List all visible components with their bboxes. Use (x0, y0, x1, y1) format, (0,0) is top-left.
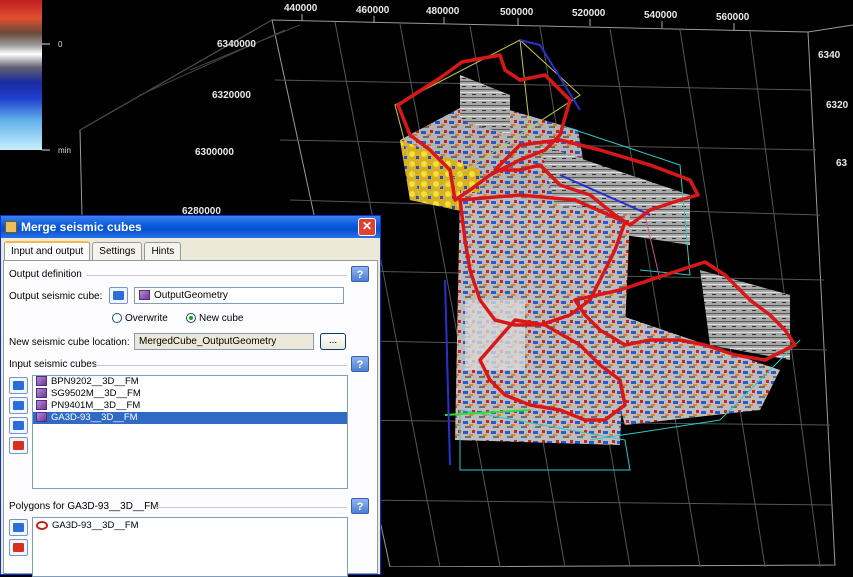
help-icon[interactable]: ? (351, 266, 369, 282)
top-axis-tick-label: 540000 (644, 10, 678, 21)
list-item-selected[interactable]: GA3D-93__3D__FM (33, 412, 347, 424)
seismic-volumes (400, 75, 790, 445)
list-item-label: BPN9202__3D__FM (51, 376, 139, 387)
input-cubes-list[interactable]: BPN9202__3D__FM SG9502M__3D__FM PN9401M_… (32, 375, 348, 489)
colorbar-zero-label: 0 (58, 40, 63, 49)
radio-overwrite[interactable]: Overwrite (112, 313, 168, 324)
polygon-icon (36, 520, 48, 530)
new-location-field[interactable]: MergedCube_OutputGeometry (134, 333, 314, 350)
colorbar: 0 min (0, 0, 71, 155)
tab-settings[interactable]: Settings (92, 242, 143, 261)
close-icon: ✕ (361, 219, 373, 233)
left-axis-tick-label: 6340000 (217, 39, 256, 50)
insert-output-button[interactable] (109, 287, 128, 304)
seismic-cube-icon (36, 388, 47, 399)
right-arrow-icon (113, 291, 124, 300)
app-icon (5, 221, 17, 233)
tab-hints[interactable]: Hints (144, 242, 182, 261)
radio-overwrite-circle (112, 313, 122, 324)
divider (156, 507, 347, 508)
top-axis-tick-label: 480000 (426, 6, 460, 17)
remove-polygon-button[interactable] (9, 539, 28, 556)
seismic-cube-icon (36, 376, 47, 387)
right-arrow-icon (13, 523, 24, 532)
close-button[interactable]: ✕ (358, 218, 376, 236)
list-item[interactable]: GA3D-93__3D__FM (33, 520, 347, 532)
seismic-cube-icon (36, 400, 47, 411)
up-arrow-icon (13, 401, 24, 410)
output-cube-field[interactable]: OutputGeometry (134, 287, 344, 304)
list-item-label: SG9502M__3D__FM (51, 388, 141, 399)
top-axis-tick-label: 560000 (716, 12, 750, 23)
list-item-label: GA3D-93__3D__FM (51, 412, 138, 423)
output-cube-label: Output seismic cube: (9, 291, 103, 302)
help-icon[interactable]: ? (351, 356, 369, 372)
input-cubes-header: Input seismic cubes (9, 359, 97, 370)
remove-cube-button[interactable] (9, 437, 28, 454)
dialog-title: Merge seismic cubes (21, 220, 142, 234)
right-arrow-icon (13, 381, 24, 390)
output-cube-value: OutputGeometry (154, 290, 228, 301)
top-axis-tick-label: 460000 (356, 5, 390, 16)
right-axis-tick-label: 6340 (818, 50, 841, 61)
radio-new-cube-label: New cube (199, 313, 244, 324)
new-location-label: New seismic cube location: (9, 337, 130, 348)
left-axis-tick-label: 6300000 (195, 147, 234, 158)
add-cube-button[interactable] (9, 377, 28, 394)
right-axis-tick-label: 63 (836, 158, 848, 169)
radio-overwrite-label: Overwrite (125, 313, 168, 324)
move-up-button[interactable] (9, 397, 28, 414)
polygons-list[interactable]: GA3D-93__3D__FM (32, 517, 348, 577)
seismic-cube-icon (139, 290, 150, 301)
merge-seismic-cubes-dialog: Merge seismic cubes ✕ Input and output S… (0, 215, 381, 577)
list-item-label: PN9401M__3D__FM (51, 400, 141, 411)
delete-icon (13, 543, 24, 552)
right-axis: 6340 6320 63 (818, 50, 849, 169)
right-axis-tick-label: 6320 (826, 100, 849, 111)
add-polygon-button[interactable] (9, 519, 28, 536)
polygons-header: Polygons for GA3D-93__3D__FM (9, 501, 159, 512)
tab-panel: Output definition ? Output seismic cube:… (3, 260, 378, 577)
browse-button[interactable]: ... (320, 333, 346, 350)
list-item[interactable]: BPN9202__3D__FM (33, 376, 347, 388)
top-axis-tick-label: 440000 (284, 3, 318, 14)
delete-icon (13, 441, 24, 450)
left-axis-tick-label: 6320000 (212, 90, 251, 101)
radio-new-cube-circle (186, 313, 196, 324)
move-down-button[interactable] (9, 417, 28, 434)
dialog-titlebar[interactable]: Merge seismic cubes (1, 216, 380, 238)
seismic-cube-icon (36, 412, 47, 423)
list-item[interactable]: PN9401M__3D__FM (33, 400, 347, 412)
divider (92, 365, 347, 366)
divider (86, 275, 347, 276)
help-icon[interactable]: ? (351, 498, 369, 514)
list-item-label: GA3D-93__3D__FM (52, 520, 139, 531)
top-axis-tick-label: 500000 (500, 7, 534, 18)
top-axis-tick-label: 520000 (572, 8, 606, 19)
colorbar-min-label: min (58, 146, 71, 155)
list-item[interactable]: SG9502M__3D__FM (33, 388, 347, 400)
down-arrow-icon (13, 421, 24, 430)
radio-new-cube[interactable]: New cube (186, 313, 243, 324)
output-definition-header: Output definition (9, 269, 82, 280)
